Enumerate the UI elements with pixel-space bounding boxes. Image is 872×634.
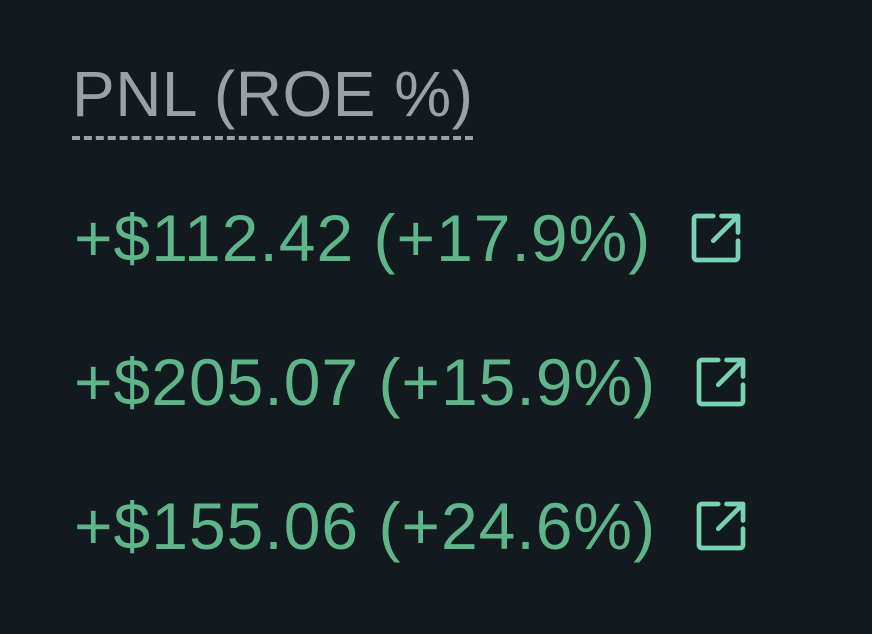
pnl-panel: PNL (ROE %) +$112.42 (+17.9%) +$205.07 (… bbox=[0, 0, 872, 634]
pnl-value: +$155.06 (+24.6%) bbox=[74, 489, 657, 563]
external-link-icon[interactable] bbox=[683, 205, 749, 271]
pnl-row: +$155.06 (+24.6%) bbox=[74, 486, 754, 566]
pnl-roe-header[interactable]: PNL (ROE %) bbox=[72, 58, 474, 140]
external-link-icon[interactable] bbox=[688, 349, 754, 415]
pnl-value: +$112.42 (+17.9%) bbox=[74, 201, 652, 275]
external-link-icon[interactable] bbox=[688, 493, 754, 559]
pnl-row: +$112.42 (+17.9%) bbox=[74, 198, 749, 278]
pnl-row: +$205.07 (+15.9%) bbox=[74, 342, 754, 422]
pnl-value: +$205.07 (+15.9%) bbox=[74, 345, 657, 419]
